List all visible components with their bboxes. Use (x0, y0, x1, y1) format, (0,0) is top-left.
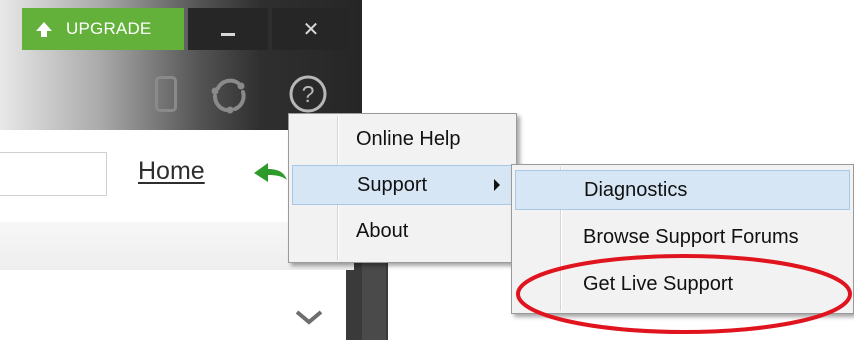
support-submenu: Diagnostics Browse Support Forums Get Li… (511, 164, 854, 314)
search-input[interactable] (0, 152, 107, 196)
menu-item-label: Support (357, 174, 428, 196)
submenu-arrow-icon (494, 179, 500, 191)
menu-item-get-live-support[interactable]: Get Live Support (515, 264, 850, 304)
minimize-button[interactable] (188, 8, 268, 50)
menu-item-label: About (356, 220, 409, 242)
help-glyph: ? (302, 81, 315, 107)
upgrade-label: UPGRADE (66, 19, 152, 38)
sync-icon[interactable] (210, 76, 248, 114)
menu-item-about[interactable]: About (292, 211, 513, 251)
chevron-down-icon[interactable] (294, 308, 324, 328)
title-bar: UPGRADE ✕ ? (0, 0, 362, 130)
back-arrow-icon[interactable] (252, 160, 288, 186)
menu-item-diagnostics[interactable]: Diagnostics (515, 170, 850, 210)
menu-item-support[interactable]: Support (292, 165, 513, 205)
menu-item-label: Diagnostics (584, 179, 688, 201)
menu-item-label: Browse Support Forums (583, 226, 799, 248)
upgrade-button[interactable]: UPGRADE (22, 8, 184, 50)
help-menu: Online Help Support About (288, 113, 517, 263)
menu-item-label: Online Help (356, 128, 461, 150)
menu-item-browse-support-forums[interactable]: Browse Support Forums (515, 217, 850, 257)
close-icon: ✕ (302, 17, 320, 41)
home-link[interactable]: Home (138, 157, 205, 186)
menu-item-online-help[interactable]: Online Help (292, 119, 513, 159)
up-arrow-icon (36, 21, 52, 37)
help-icon[interactable]: ? (288, 74, 328, 114)
phone-icon[interactable] (155, 76, 177, 112)
app-window: UPGRADE ✕ ? Home Online Help Support Abo… (0, 0, 854, 340)
menu-item-label: Get Live Support (583, 273, 734, 295)
close-button[interactable]: ✕ (272, 8, 350, 50)
minimize-icon (221, 32, 235, 36)
